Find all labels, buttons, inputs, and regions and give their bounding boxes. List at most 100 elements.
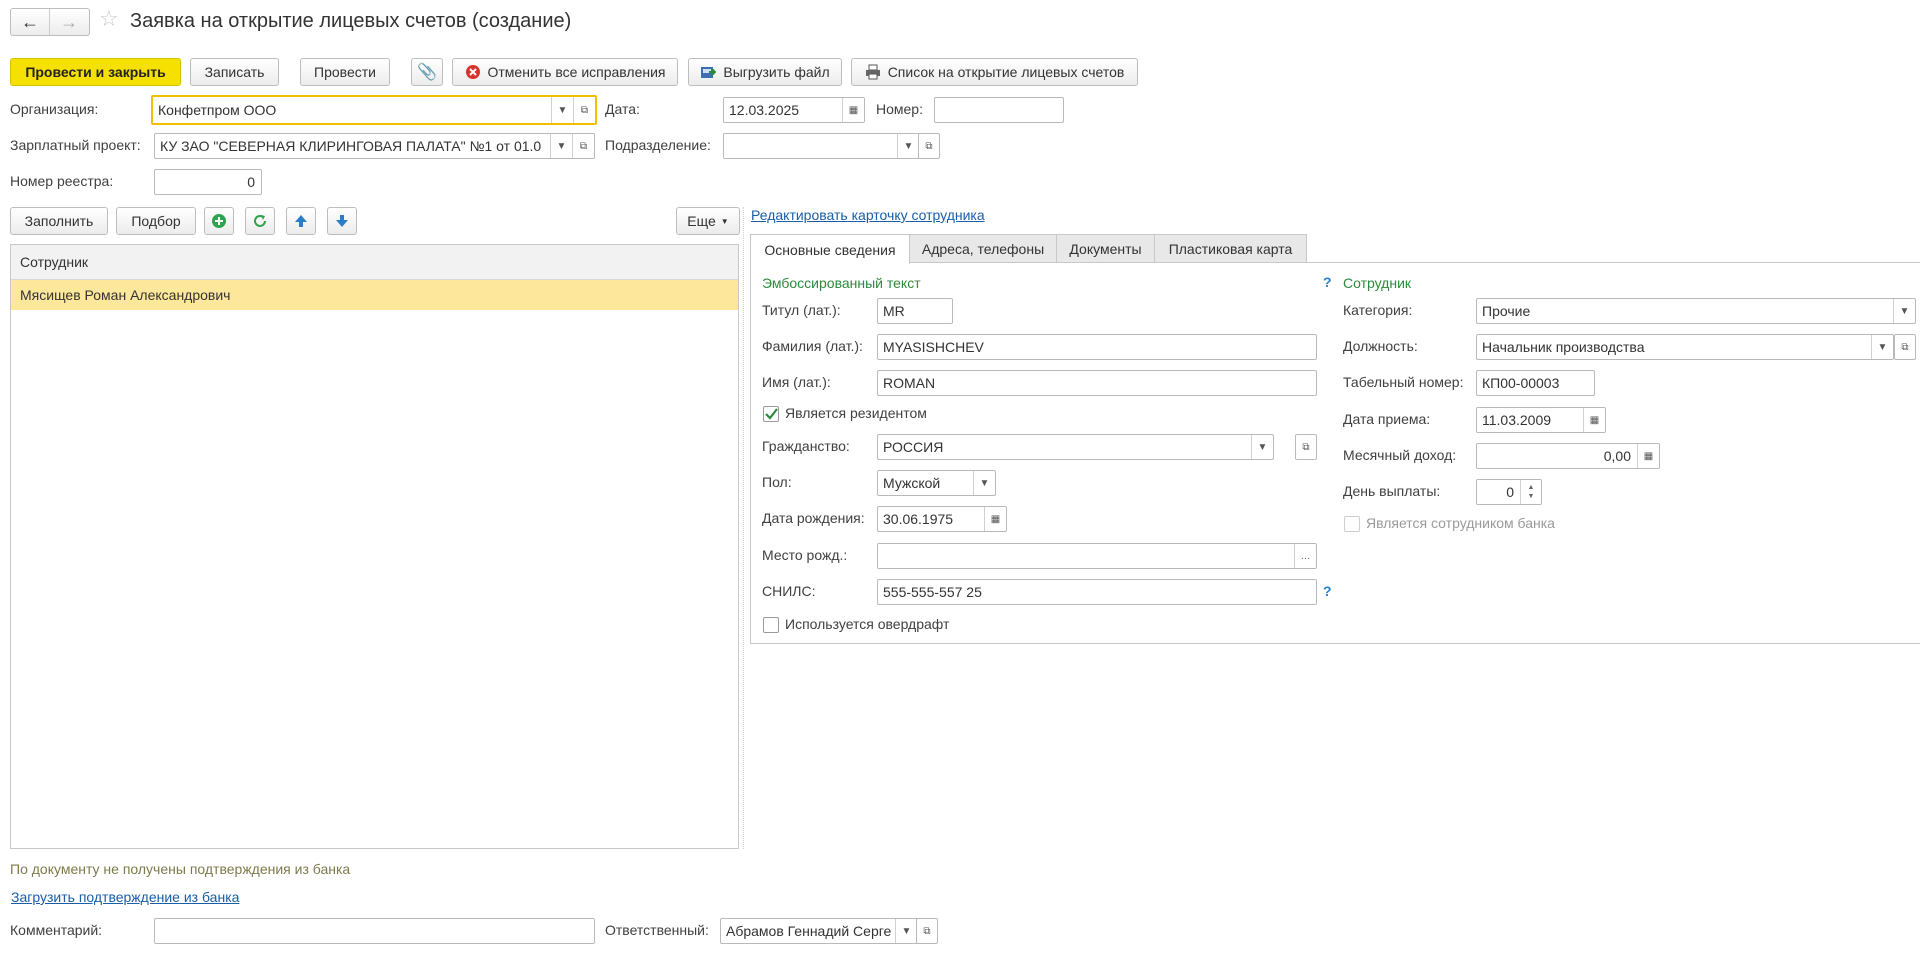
birth-date-label: Дата рождения: bbox=[762, 510, 865, 526]
name-lat-field[interactable]: ROMAN bbox=[877, 370, 1317, 396]
tab-addresses[interactable]: Адреса, телефоны bbox=[909, 234, 1057, 262]
responsible-open-icon[interactable]: ⧉ bbox=[916, 918, 938, 944]
favorite-star-icon[interactable]: ☆ bbox=[99, 6, 119, 32]
dropdown-icon[interactable]: ▼ bbox=[895, 919, 917, 943]
save-button[interactable]: Записать bbox=[190, 58, 279, 86]
ellipsis-icon[interactable]: … bbox=[1294, 544, 1316, 568]
employee-name: Мясищев Роман Александрович bbox=[20, 287, 231, 303]
open-icon[interactable]: ⧉ bbox=[572, 134, 594, 158]
calculator-icon[interactable]: ▦ bbox=[1637, 444, 1659, 468]
refresh-icon bbox=[254, 215, 266, 227]
fill-button[interactable]: Заполнить bbox=[10, 207, 108, 235]
edit-card-link[interactable]: Редактировать карточку сотрудника bbox=[751, 207, 985, 223]
division-label: Подразделение: bbox=[605, 137, 711, 153]
dropdown-icon[interactable]: ▼ bbox=[897, 134, 919, 158]
salary-project-value: КУ ЗАО "СЕВЕРНАЯ КЛИРИНГОВАЯ ПАЛАТА" №1 … bbox=[160, 138, 542, 154]
calendar-icon[interactable]: ▦ bbox=[1583, 408, 1605, 432]
date-field[interactable]: 12.03.2025 ▦ bbox=[723, 97, 865, 123]
resident-label: Является резидентом bbox=[785, 405, 927, 421]
stepper-icon[interactable]: ▲ ▼ bbox=[1520, 480, 1541, 504]
load-confirmation-link[interactable]: Загрузить подтверждение из банка bbox=[11, 889, 239, 905]
post-button[interactable]: Провести bbox=[300, 58, 390, 86]
name-lat-label: Имя (лат.): bbox=[762, 374, 831, 390]
income-field[interactable]: 0,00 ▦ bbox=[1476, 443, 1660, 469]
surname-lat-field[interactable]: MYASISHCHEV bbox=[877, 334, 1317, 360]
snils-label: СНИЛС: bbox=[762, 583, 816, 599]
category-field[interactable]: Прочие ▼ bbox=[1476, 298, 1916, 324]
select-button[interactable]: Подбор bbox=[116, 207, 196, 235]
registry-number-label: Номер реестра: bbox=[10, 173, 114, 189]
division-field[interactable]: ▼ bbox=[723, 133, 920, 159]
panel-splitter[interactable] bbox=[743, 207, 745, 849]
refresh-button[interactable] bbox=[245, 207, 275, 235]
snils-help-icon[interactable]: ? bbox=[1323, 583, 1332, 599]
dropdown-icon[interactable]: ▼ bbox=[1251, 435, 1273, 459]
citizenship-field[interactable]: РОССИЯ ▼ bbox=[877, 434, 1274, 460]
position-open-icon[interactable]: ⧉ bbox=[1894, 334, 1916, 360]
sex-field[interactable]: Мужской ▼ bbox=[877, 470, 996, 496]
cancel-icon bbox=[465, 64, 481, 80]
citizenship-label: Гражданство: bbox=[762, 438, 850, 454]
salary-project-label: Зарплатный проект: bbox=[10, 137, 141, 153]
tab-main-info[interactable]: Основные сведения bbox=[750, 234, 910, 264]
emboss-help-icon[interactable]: ? bbox=[1323, 274, 1332, 290]
overdraft-label: Используется овердрафт bbox=[785, 616, 950, 632]
export-file-button[interactable]: Выгрузить файл bbox=[688, 58, 842, 86]
tab-documents[interactable]: Документы bbox=[1056, 234, 1155, 262]
bank-employee-label: Является сотрудником банка bbox=[1366, 515, 1555, 531]
cancel-fixes-label: Отменить все исправления bbox=[487, 64, 666, 80]
list-accounts-button[interactable]: Список на открытие лицевых счетов bbox=[851, 58, 1138, 86]
surname-lat-value: MYASISHCHEV bbox=[883, 339, 984, 355]
cancel-fixes-button[interactable]: Отменить все исправления bbox=[452, 58, 678, 86]
dropdown-icon[interactable]: ▼ bbox=[550, 134, 572, 158]
division-open-icon[interactable]: ⧉ bbox=[918, 133, 940, 159]
post-and-close-button[interactable]: Провести и закрыть bbox=[10, 58, 181, 86]
category-value: Прочие bbox=[1482, 303, 1531, 319]
position-field[interactable]: Начальник производства ▼ bbox=[1476, 334, 1894, 360]
back-arrow-icon[interactable]: ← bbox=[11, 9, 50, 35]
hire-date-field[interactable]: 11.03.2009 ▦ bbox=[1476, 407, 1606, 433]
attach-button[interactable]: 📎 bbox=[411, 58, 443, 86]
org-field[interactable]: Конфетпром ООО ▼ ⧉ bbox=[151, 95, 597, 125]
snils-field[interactable]: 555-555-557 25 bbox=[877, 579, 1317, 605]
column-employee[interactable]: Сотрудник bbox=[20, 254, 88, 270]
calendar-icon[interactable]: ▦ bbox=[984, 507, 1006, 531]
move-up-button[interactable] bbox=[286, 207, 316, 235]
tab-plastic-card[interactable]: Пластиковая карта bbox=[1154, 234, 1307, 262]
move-down-button[interactable] bbox=[327, 207, 357, 235]
citizenship-open-icon[interactable]: ⧉ bbox=[1295, 434, 1317, 460]
bank-employee-checkbox[interactable] bbox=[1344, 516, 1360, 532]
sex-label: Пол: bbox=[762, 474, 792, 490]
number-field[interactable] bbox=[934, 97, 1064, 123]
tabnum-label: Табельный номер: bbox=[1343, 374, 1464, 390]
dropdown-icon[interactable]: ▼ bbox=[1871, 335, 1893, 359]
add-icon bbox=[212, 214, 226, 228]
org-value: Конфетпром ООО bbox=[158, 102, 277, 118]
salary-project-field[interactable]: КУ ЗАО "СЕВЕРНАЯ КЛИРИНГОВАЯ ПАЛАТА" №1 … bbox=[154, 133, 595, 159]
forward-arrow-icon[interactable]: → bbox=[50, 9, 88, 35]
employee-section-title: Сотрудник bbox=[1343, 275, 1412, 291]
dropdown-icon[interactable]: ▼ bbox=[551, 97, 573, 123]
birthplace-label: Место рожд.: bbox=[762, 547, 848, 563]
comment-field[interactable] bbox=[154, 918, 595, 944]
overdraft-checkbox[interactable] bbox=[763, 617, 779, 633]
dropdown-icon[interactable]: ▼ bbox=[973, 471, 995, 495]
arrow-up-icon bbox=[295, 215, 307, 227]
more-button[interactable]: Еще ▼ bbox=[676, 207, 740, 235]
dropdown-icon[interactable]: ▼ bbox=[1893, 299, 1915, 323]
responsible-field[interactable]: Абрамов Геннадий Серге ▼ bbox=[720, 918, 918, 944]
resident-checkbox[interactable] bbox=[763, 406, 779, 422]
birth-date-field[interactable]: 30.06.1975 ▦ bbox=[877, 506, 1007, 532]
table-row[interactable]: Мясищев Роман Александрович bbox=[11, 280, 738, 310]
responsible-label: Ответственный: bbox=[605, 922, 709, 938]
paperclip-icon: 📎 bbox=[417, 64, 437, 81]
registry-number-field[interactable]: 0 bbox=[154, 169, 262, 195]
birthplace-field[interactable]: … bbox=[877, 543, 1317, 569]
payday-field[interactable]: 0 ▲ ▼ bbox=[1476, 479, 1542, 505]
open-icon[interactable]: ⧉ bbox=[573, 97, 595, 123]
add-button[interactable] bbox=[204, 207, 234, 235]
title-lat-field[interactable]: MR bbox=[877, 298, 953, 324]
tabnum-field[interactable]: КП00-00003 bbox=[1476, 370, 1595, 396]
calendar-icon[interactable]: ▦ bbox=[842, 98, 864, 122]
printer-icon bbox=[865, 64, 881, 80]
